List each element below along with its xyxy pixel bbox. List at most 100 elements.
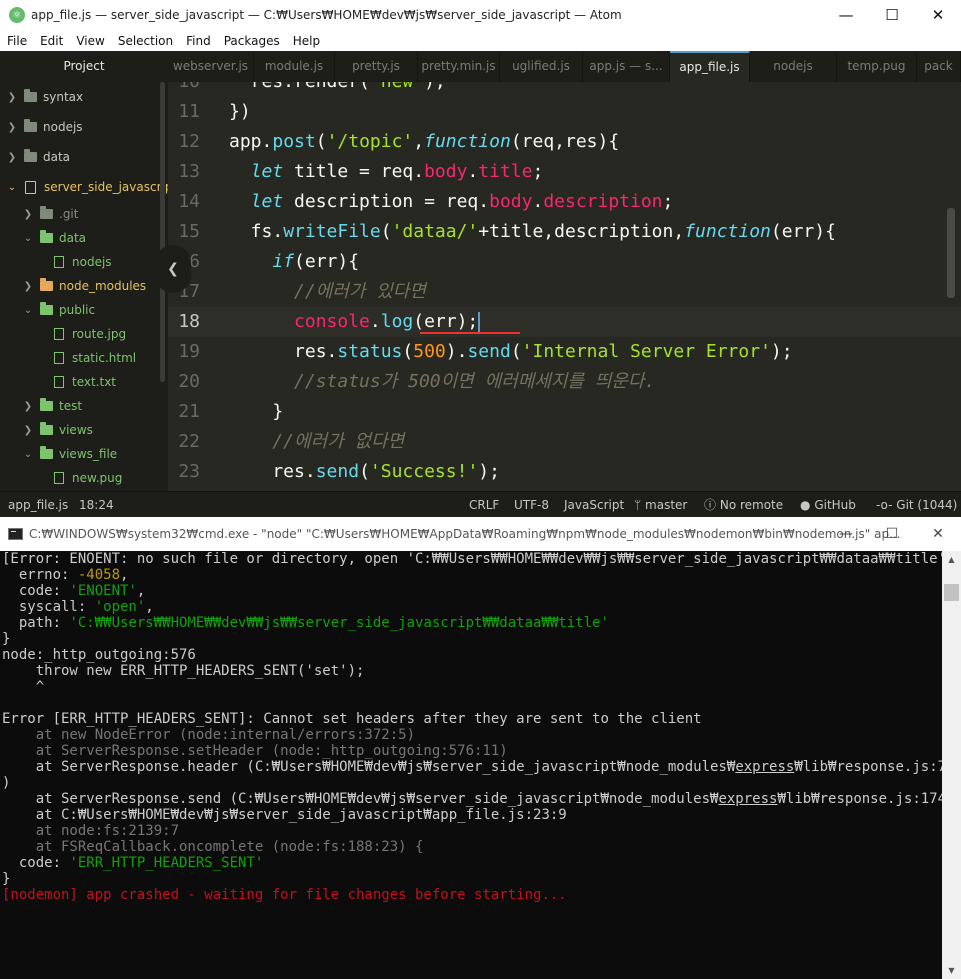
tree-item-route-jpg[interactable]: route.jpg (46, 322, 126, 346)
cmd-close-button[interactable]: ✕ (915, 517, 961, 551)
console-line: at FSReqCallback.oncomplete (node:fs:188… (2, 839, 424, 855)
project-tree: Project ❯ syntax ❯ nodejs ❯ data ⌄ server_si… (0, 51, 168, 491)
code-line: 17 //에러가 있다면 (178, 281, 426, 302)
project-tree-header: Project (63, 59, 105, 73)
scroll-up-arrow-icon[interactable]: ▲ (942, 551, 961, 568)
console-line: at ServerResponse.header (C:₩Users₩HOME₩… (2, 759, 942, 775)
folder-icon (24, 149, 37, 162)
menu-find[interactable]: Find (186, 34, 211, 48)
menu-edit[interactable]: Edit (40, 34, 63, 48)
status-grammar[interactable]: JavaScript (564, 492, 624, 517)
tab-app-js[interactable]: app.js — s... (583, 51, 670, 82)
menu-view[interactable]: View (76, 34, 104, 48)
file-icon (54, 256, 64, 268)
status-bar: app_file.js 18:24 CRLF UTF-8 JavaScript … (0, 491, 961, 517)
menu-packages[interactable]: Packages (224, 34, 280, 48)
status-cursor-position[interactable]: 18:24 (79, 492, 114, 517)
tree-item-test[interactable]: ❯ test (22, 394, 82, 418)
status-line-ending[interactable]: CRLF (469, 492, 499, 517)
console-line: at node:fs:2139:7 (2, 823, 180, 839)
code-line: 15 fs.writeFile('dataa/'+title,descripti… (178, 221, 836, 242)
github-icon: ● (800, 498, 811, 512)
tree-scrollbar[interactable] (160, 82, 165, 382)
menu-file[interactable]: File (7, 34, 27, 48)
cmd-scrollbar[interactable]: ▲ ▼ (942, 551, 961, 979)
tree-item-nodejs[interactable]: ❯ nodejs (6, 112, 83, 142)
tab-pretty-js[interactable]: pretty.js (335, 51, 418, 82)
minimize-button[interactable]: — (823, 0, 869, 30)
tree-item-static-html[interactable]: static.html (46, 346, 136, 370)
git-commit-icon: -o- (876, 498, 893, 512)
tab-nodejs[interactable]: nodejs (750, 51, 837, 82)
console-line: [Error: ENOENT: no such file or director… (2, 551, 942, 567)
code-line: 16 if(err){ (178, 251, 360, 272)
tree-item-views-file[interactable]: ⌄ views_file (22, 442, 117, 466)
console-line: } (2, 631, 11, 647)
tree-item-data[interactable]: ❯ data (6, 142, 70, 172)
tab-module-js[interactable]: module.js (254, 51, 335, 82)
tree-item-node-modules[interactable]: ❯ node_modules (22, 274, 146, 298)
file-icon (54, 472, 64, 484)
tree-item-data-sub[interactable]: ⌄ data (22, 226, 86, 250)
console-line: Error [ERR_HTTP_HEADERS_SENT]: Cannot se… (2, 711, 702, 727)
scroll-thumb[interactable] (944, 584, 959, 601)
chevron-right-icon: ❯ (7, 91, 17, 103)
tab-pack[interactable]: pack (917, 51, 961, 82)
tree-item-text-txt[interactable]: text.txt (46, 370, 116, 394)
console-line: path: 'C:₩₩Users₩₩HOME₩₩dev₩₩js₩₩server_… (2, 615, 609, 631)
atom-window-title: app_file.js — server_side_javascript — C… (31, 8, 622, 22)
cmd-minimize-button[interactable]: — (823, 517, 869, 551)
tree-item-syntax[interactable]: ❯ syntax (6, 82, 83, 112)
chevron-right-icon: ❯ (7, 151, 17, 163)
console-line: at ServerResponse.setHeader (node:_http_… (2, 743, 508, 759)
atom-window: ⚛ app_file.js — server_side_javascript —… (0, 0, 961, 517)
menu-help[interactable]: Help (293, 34, 320, 48)
console-line: at ServerResponse.send (C:₩Users₩HOME₩de… (2, 791, 942, 807)
status-file-name[interactable]: app_file.js (8, 492, 68, 517)
tree-item-git[interactable]: ❯ .git (22, 202, 78, 226)
cmd-titlebar: C:₩WINDOWS₩system32₩cmd.exe - "node" "C:… (0, 517, 961, 551)
image-file-icon (54, 328, 64, 340)
collapse-tree-chevron-icon[interactable]: ❮ (155, 245, 191, 293)
console-line: node:_http_outgoing:576 (2, 647, 196, 663)
status-branch[interactable]: ᛘ master (634, 492, 687, 517)
atom-logo-icon: ⚛ (9, 7, 25, 23)
chevron-down-icon: ⌄ (23, 304, 33, 316)
menu-bar: File Edit View Selection Find Packages H… (0, 30, 961, 51)
console-line: syscall: 'open', (2, 599, 154, 615)
chevron-down-icon: ⌄ (23, 232, 33, 244)
tab-uglified-js[interactable]: uglified.js (500, 51, 583, 82)
chevron-right-icon: ❯ (23, 400, 33, 412)
cmd-window-title: C:₩WINDOWS₩system32₩cmd.exe - "node" "C:… (29, 527, 901, 541)
menu-selection[interactable]: Selection (118, 34, 173, 48)
cmd-window: C:₩WINDOWS₩system32₩cmd.exe - "node" "C:… (0, 517, 961, 979)
code-line: 23 res.send('Success!'); (178, 461, 500, 482)
tree-item-server-side-javascript[interactable]: ⌄ server_side_javascript (6, 172, 168, 202)
status-git[interactable]: -o- Git (1044) (876, 492, 957, 517)
folder-icon (40, 302, 53, 315)
status-remote[interactable]: ⓘ No remote (704, 492, 783, 517)
tab-temp-pug[interactable]: temp.pug (837, 51, 917, 82)
repo-icon (25, 180, 36, 194)
tree-item-views[interactable]: ❯ views (22, 418, 93, 442)
lint-error-underline (420, 332, 520, 334)
console-line: ^ (2, 679, 45, 695)
tree-item-public[interactable]: ⌄ public (22, 298, 95, 322)
tree-item-nodejs-file[interactable]: nodejs (46, 250, 112, 274)
chevron-right-icon: ❯ (23, 208, 33, 220)
scroll-down-arrow-icon[interactable]: ▼ (942, 962, 961, 979)
tab-webserver-js[interactable]: webserver.js (168, 51, 254, 82)
text-file-icon (54, 376, 64, 388)
tree-item-new-pug[interactable]: new.pug (46, 466, 122, 490)
tab-app-file-js[interactable]: app_file.js (670, 51, 750, 82)
chevron-right-icon: ❯ (23, 424, 33, 436)
editor-scrollbar[interactable] (947, 208, 955, 298)
tab-pretty-min-js[interactable]: pretty.min.js (418, 51, 500, 82)
console-output[interactable]: [Error: ENOENT: no such file or director… (2, 551, 942, 979)
maximize-button[interactable]: ☐ (869, 0, 915, 30)
code-editor[interactable]: 10 res.render('new'); 11}) 12app.post('/… (168, 82, 961, 491)
status-github[interactable]: ● GitHub (800, 492, 856, 517)
cmd-maximize-button[interactable]: ☐ (869, 517, 915, 551)
status-encoding[interactable]: UTF-8 (514, 492, 549, 517)
close-button[interactable]: ✕ (915, 0, 961, 30)
